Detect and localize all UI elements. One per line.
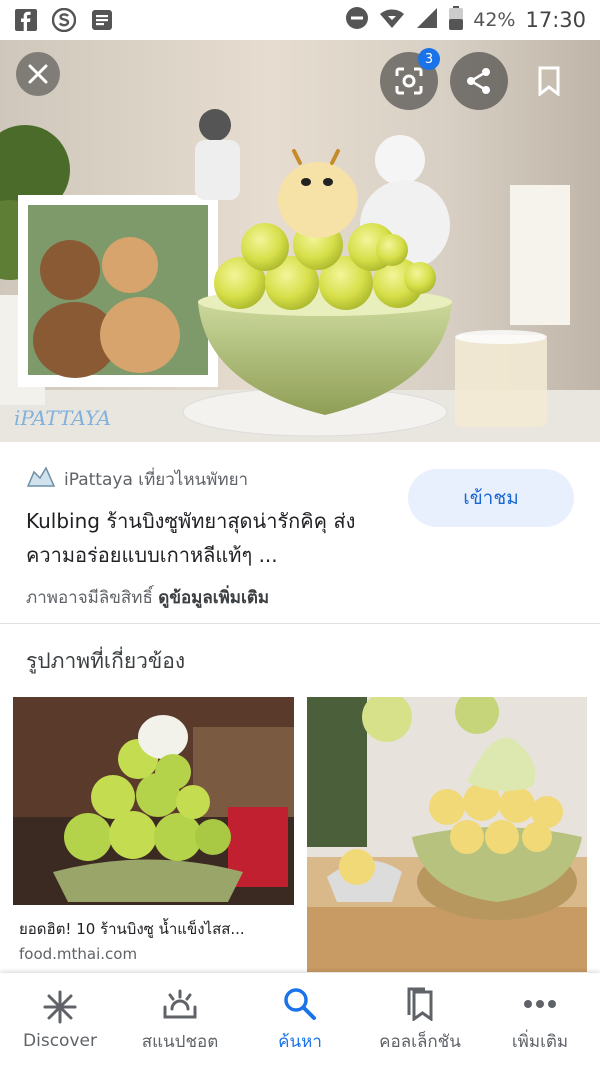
source-name: iPattaya เที่ยวไหนพัทยา [64, 470, 249, 490]
wifi-icon [379, 6, 405, 35]
lens-button[interactable]: 3 [380, 48, 440, 110]
close-button[interactable] [16, 52, 60, 96]
hero-image[interactable]: 3 iPATTAYA [0, 40, 600, 442]
share-button[interactable] [450, 52, 508, 110]
source-line[interactable]: iPattaya เที่ยวไหนพัทยา [26, 464, 248, 495]
bookmark-icon [538, 66, 560, 96]
copyright-notice: ภาพอาจมีลิขสิทธิ์ ดูข้อมูลเพิ่มเติม [26, 584, 269, 611]
collections-icon [405, 986, 435, 1022]
watermark: iPATTAYA [14, 406, 112, 430]
nav-search[interactable]: ค้นหา [240, 973, 360, 1067]
s-app-icon [52, 8, 76, 32]
melon-bingsu-photo [0, 40, 600, 442]
related-caption: ยอดฮิต! 10 ร้านบิงซู น้ำแข็งไสส... [19, 920, 245, 938]
nav-discover[interactable]: Discover [0, 973, 120, 1067]
nav-more[interactable]: เพิ่มเติม [480, 973, 600, 1067]
status-bar: 42% 17:30 [0, 0, 600, 40]
nav-label: ค้นหา [278, 1031, 322, 1052]
lens-count-badge: 3 [418, 48, 440, 70]
related-domain: food.mthai.com [19, 945, 138, 963]
related-image-thumbnail [307, 690, 587, 972]
battery-icon [449, 5, 464, 35]
dnd-icon [345, 6, 369, 35]
signal-icon [415, 6, 439, 35]
search-icon [283, 986, 317, 1022]
share-icon [467, 68, 490, 94]
battery-percent: 42% [473, 9, 516, 31]
result-info: iPattaya เที่ยวไหนพัทยา Kulbing ร้านบิงซ… [0, 442, 600, 624]
related-item[interactable]: ยอดฮิต! 10 ร้านบิงซู น้ำแข็งไสส... food.… [13, 697, 294, 972]
visit-button[interactable]: เข้าชม [408, 469, 574, 527]
related-heading: รูปภาพที่เกี่ยวข้อง [26, 649, 186, 673]
related-image-thumbnail [13, 697, 294, 905]
asterisk-icon [43, 989, 77, 1025]
nav-label: คอลเล็กชัน [379, 1031, 461, 1052]
learn-more-link[interactable]: ดูข้อมูลเพิ่มเติม [158, 588, 269, 608]
clock: 17:30 [525, 8, 586, 32]
copyright-text: ภาพอาจมีลิขสิทธิ์ [26, 588, 153, 608]
close-icon [28, 64, 48, 84]
nav-label: Discover [23, 1031, 97, 1051]
nav-label: เพิ่มเติม [511, 1031, 569, 1052]
facebook-icon [14, 8, 38, 32]
site-logo-icon [26, 464, 56, 495]
save-button[interactable] [520, 52, 578, 110]
snapshot-icon [162, 986, 198, 1022]
nav-collections[interactable]: คอลเล็กชัน [360, 973, 480, 1067]
result-title[interactable]: Kulbing ร้านบิงซูพัทยาสุดน่ารักคิคุ ส่งค… [26, 504, 386, 572]
related-item[interactable] [307, 690, 587, 972]
nav-snapshot[interactable]: สแนปชอต [120, 973, 240, 1067]
news-icon [90, 8, 114, 32]
nav-label: สแนปชอต [141, 1031, 219, 1052]
bottom-navigation: Discover สแนปชอต ค้นหา คอลเล็กชัน เพิ่มเ… [0, 973, 600, 1067]
more-icon [523, 986, 557, 1022]
lens-icon [395, 67, 423, 95]
